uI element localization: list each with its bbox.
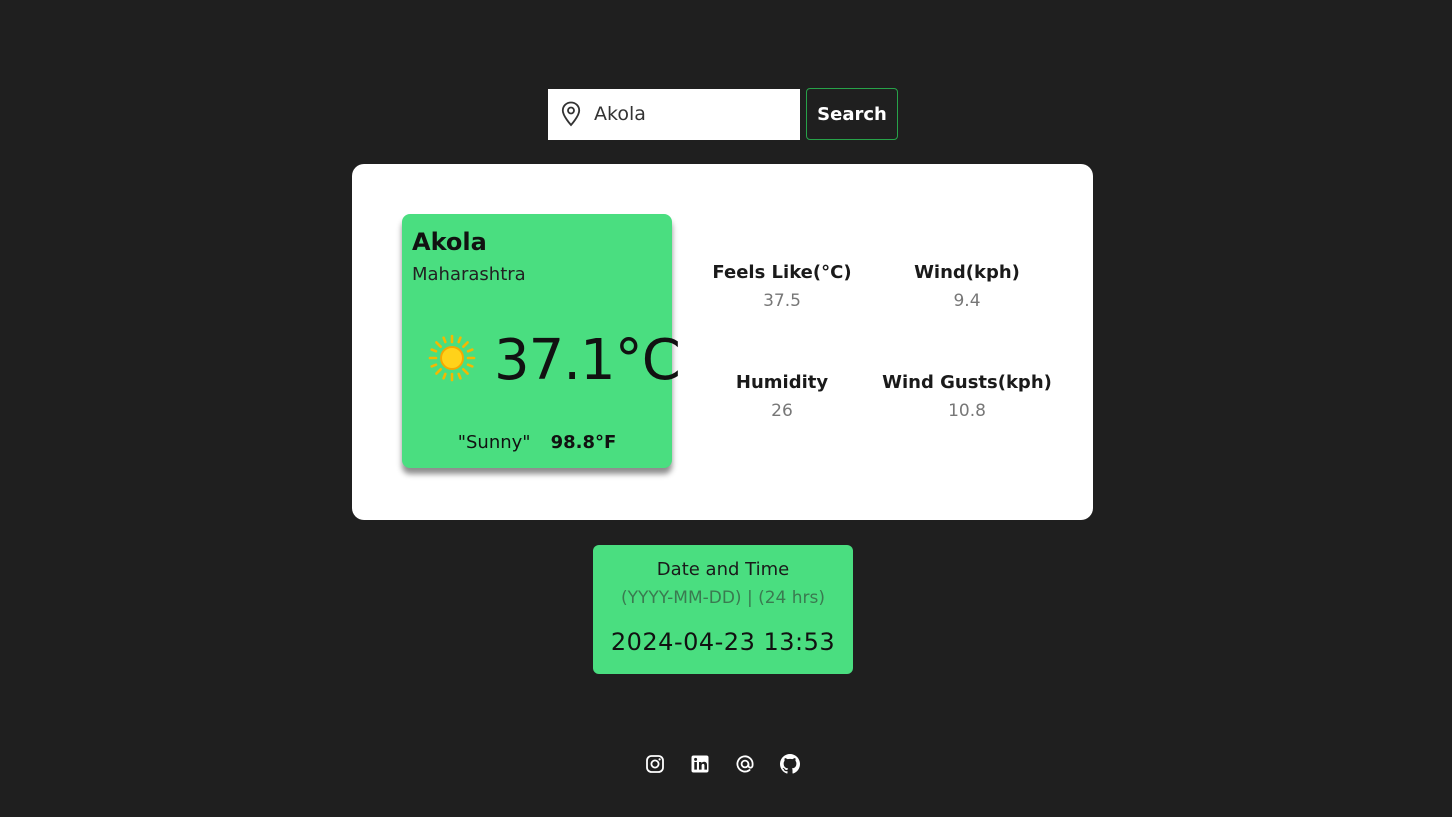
stat-humidity: Humidity 26 (692, 372, 872, 421)
weather-app: Search Akola Maharashtra (0, 0, 1452, 817)
temperature-fahrenheit: 98.8°F (550, 432, 617, 453)
city-name: Akola (412, 228, 487, 256)
stat-value: 10.8 (948, 401, 986, 421)
region-name: Maharashtra (412, 264, 526, 285)
date-time-title: Date and Time (656, 559, 790, 580)
stat-wind-gusts: Wind Gusts(kph) 10.8 (857, 372, 1077, 421)
weather-panel: Akola Maharashtra 37.1°C "Sunny" 98.8°F … (352, 164, 1093, 520)
search-field[interactable] (548, 88, 800, 140)
social-links (645, 753, 800, 775)
date-time-card: Date and Time (YYYY-MM-DD) | (24 hrs) 20… (593, 545, 853, 674)
temperature-celsius: 37.1°C (494, 328, 681, 393)
stat-value: 9.4 (953, 291, 981, 311)
date-time-value: 2024-04-23 13:53 (610, 628, 836, 656)
search-input[interactable] (594, 103, 784, 125)
stat-label: Wind(kph) (914, 262, 1020, 283)
stat-label: Wind Gusts(kph) (882, 372, 1052, 393)
condition-text: "Sunny" (457, 432, 531, 453)
email-at-icon[interactable] (735, 753, 755, 775)
github-icon[interactable] (780, 753, 800, 775)
sun-icon (428, 334, 476, 382)
stat-label: Feels Like(°C) (712, 262, 852, 283)
map-pin-icon (560, 101, 582, 127)
date-time-format: (YYYY-MM-DD) | (24 hrs) (620, 588, 826, 608)
instagram-icon[interactable] (645, 753, 665, 775)
stat-value: 26 (771, 401, 793, 421)
stat-wind: Wind(kph) 9.4 (877, 262, 1057, 311)
stat-feels-like: Feels Like(°C) 37.5 (692, 262, 872, 311)
stat-value: 37.5 (763, 291, 801, 311)
current-weather-card: Akola Maharashtra 37.1°C "Sunny" 98.8°F (402, 214, 681, 468)
stat-label: Humidity (735, 372, 829, 393)
condition-row: "Sunny" 98.8°F (402, 432, 672, 453)
search-bar: Search (548, 88, 898, 140)
linkedin-icon[interactable] (690, 753, 710, 775)
search-button[interactable]: Search (806, 88, 898, 140)
